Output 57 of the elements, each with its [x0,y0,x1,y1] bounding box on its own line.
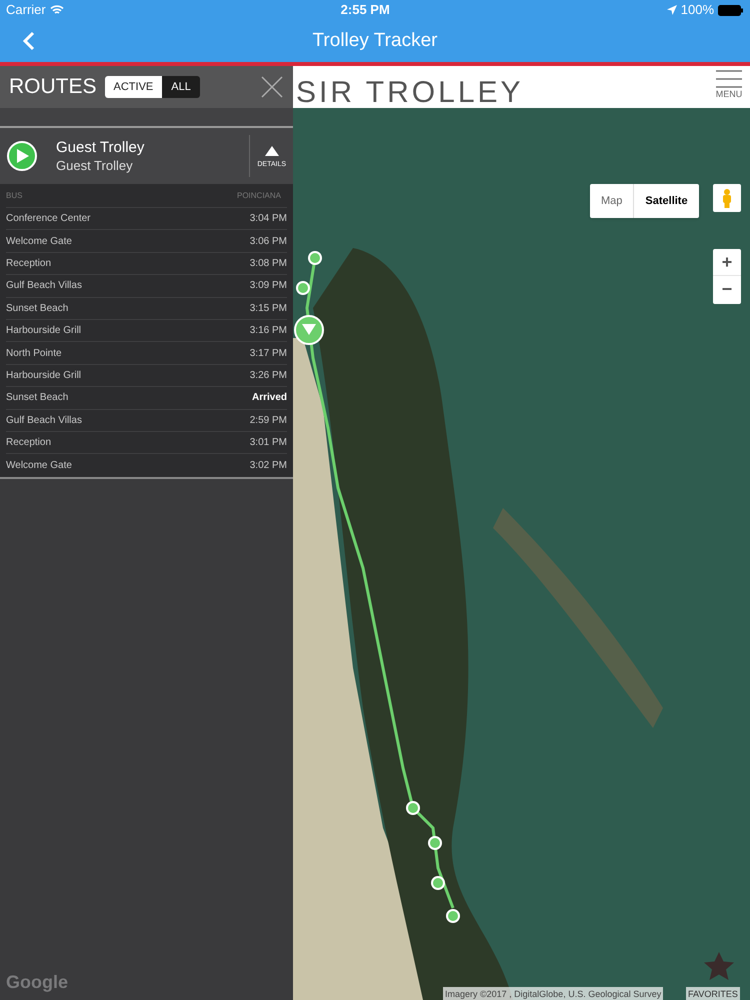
stop-name: Sunset Beach [6,302,68,316]
route-subtitle: Guest Trolley [56,157,134,174]
location-arrow-icon [666,5,677,15]
filter-tab[interactable]: ALL [162,76,200,98]
stop-name: Welcome Gate [6,458,72,473]
arrival-time: 3:06 PM [250,234,287,249]
stop-name: North Pointe [6,346,62,361]
close-icon [260,75,284,99]
arrival-time: 3:02 PM [250,458,287,473]
menu-button[interactable]: MENU [714,68,744,106]
triangle-icon [264,144,280,156]
street-view-person-button[interactable] [713,184,741,212]
panel-title: ROUTES [9,74,97,100]
map-attribution: Imagery ©2017 , DigitalGlobe, U.S. Geological Survey [443,987,664,1000]
arrival-time: 3:08 PM [250,256,287,271]
battery-percent: 100% [680,1,714,20]
brand-title: SIR TROLLEY [296,75,524,111]
stop-name: Reception [6,436,52,450]
stop-name: Welcome Gate [6,234,72,249]
zoom-in-button[interactable]: + [713,249,741,276]
arrival-time: 3:26 PM [250,368,287,383]
column-header: BUS [6,190,22,202]
back-chevron-icon [23,31,35,51]
stop-name: Sunset Beach [6,391,68,406]
stop-name: Harbourside Grill [6,324,82,338]
carrier-text: Carrier [6,1,46,20]
stop-name: Harbourside Grill [6,368,82,383]
zoom-out-button[interactable]: − [713,276,741,303]
star-icon [704,952,734,980]
stop-name: Reception [6,256,52,271]
filter-tab[interactable]: ACTIVE [104,76,162,98]
favorites-label[interactable]: FAVORITES [686,987,740,1000]
close-button[interactable] [260,75,284,99]
person-icon [722,188,732,208]
arrival-time: 3:04 PM [250,212,287,226]
wifi-icon [50,5,64,15]
map-type-tab[interactable]: Satellite [633,184,699,218]
column-header: POINCIANA [236,190,281,202]
arrival-time: 3:09 PM [250,279,287,294]
arrival-time: 2:59 PM [250,414,287,428]
stop-name: Gulf Beach Villas [6,279,82,294]
stop-name: Conference Center [6,212,90,226]
nav-title: Trolley Tracker [312,28,438,53]
arrival-time: 3:15 PM [250,302,287,316]
stop-name: Gulf Beach Villas [6,414,82,428]
status-time: 2:55 PM [340,1,390,20]
menu-icon [716,68,742,90]
route-name: Guest Trolley [56,138,144,157]
arrival-time: Arrived [252,391,287,406]
arrival-time: 3:16 PM [250,324,287,338]
google-logo: Google [6,971,68,994]
arrival-time: 3:17 PM [250,346,287,361]
arrival-time: 3:01 PM [250,436,287,450]
map-type-tab[interactable]: Map [590,184,634,218]
trolley-marker-icon [294,315,324,345]
play-icon [7,141,37,171]
battery-icon [718,4,744,16]
